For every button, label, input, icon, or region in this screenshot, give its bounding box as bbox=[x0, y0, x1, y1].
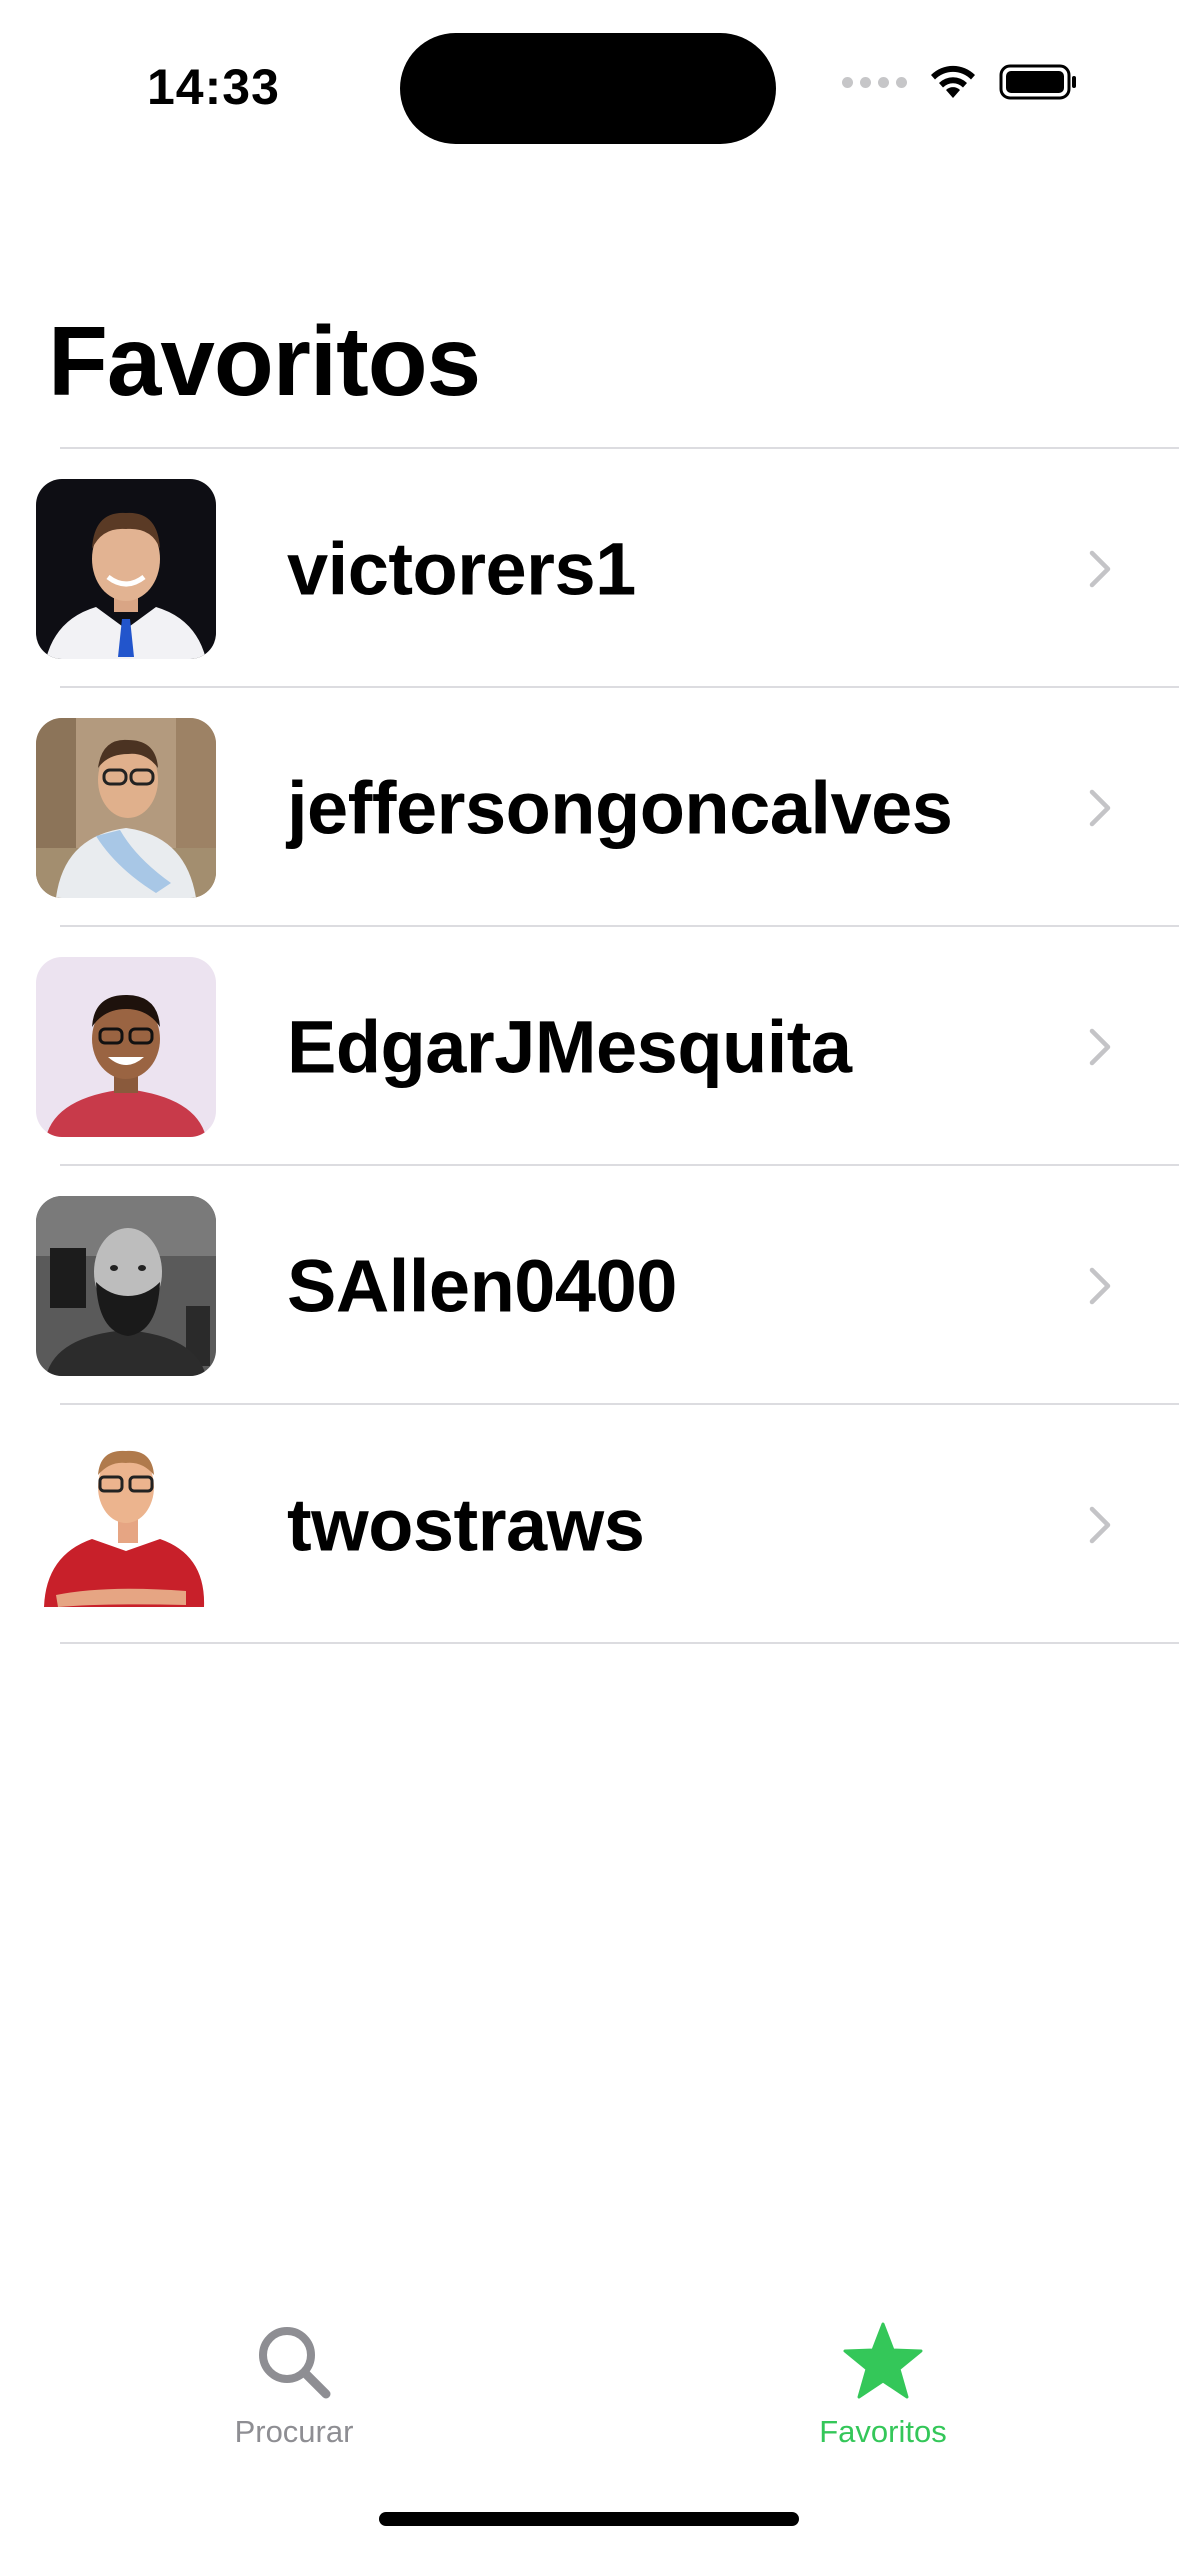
username-label: EdgarJMesquita bbox=[287, 1005, 852, 1088]
status-time: 14:33 bbox=[147, 59, 280, 115]
tab-procurar[interactable]: Procurar bbox=[144, 2320, 444, 2450]
avatar bbox=[36, 718, 216, 898]
star-fill-icon bbox=[843, 2322, 923, 2399]
chevron-right-icon bbox=[1089, 789, 1111, 826]
avatar bbox=[36, 479, 216, 659]
home-indicator[interactable] bbox=[379, 2512, 799, 2526]
magnifying-glass-icon bbox=[259, 2327, 331, 2399]
chevron-right-icon bbox=[1089, 1267, 1111, 1304]
tab-label: Procurar bbox=[234, 2414, 354, 2449]
username-label: SAllen0400 bbox=[287, 1244, 677, 1327]
battery-icon bbox=[999, 64, 1076, 100]
username-label: victorers1 bbox=[287, 527, 636, 610]
username-label: twostraws bbox=[287, 1483, 645, 1566]
avatar bbox=[36, 957, 216, 1137]
tab-favoritos[interactable]: Favoritos bbox=[733, 2320, 1033, 2450]
username-label: jeffersongoncalves bbox=[287, 766, 953, 849]
avatar bbox=[36, 1435, 216, 1615]
dynamic-island bbox=[400, 33, 776, 144]
favorite-row[interactable]: SAllen0400 bbox=[0, 1166, 1179, 1405]
favorite-row[interactable]: twostraws bbox=[0, 1405, 1179, 1644]
favorites-list: victorers1 jeffersongoncalves EdgarJMesq… bbox=[0, 447, 1179, 1644]
avatar bbox=[36, 1196, 216, 1376]
favorite-row[interactable]: jeffersongoncalves bbox=[0, 688, 1179, 927]
favorites-screen: 14:33 Favoritos victorers1 jeffersongonc… bbox=[0, 0, 1179, 2556]
chevron-right-icon bbox=[1089, 550, 1111, 587]
favorite-row[interactable]: EdgarJMesquita bbox=[0, 927, 1179, 1166]
cellular-signal-icon bbox=[842, 76, 907, 88]
favorite-row[interactable]: victorers1 bbox=[0, 449, 1179, 688]
tab-label: Favoritos bbox=[819, 2414, 947, 2449]
chevron-right-icon bbox=[1089, 1506, 1111, 1543]
tab-bar: Procurar Favoritos bbox=[0, 2300, 1179, 2470]
page-title: Favoritos bbox=[48, 306, 481, 416]
chevron-right-icon bbox=[1089, 1028, 1111, 1065]
wifi-icon bbox=[931, 65, 975, 98]
status-icons bbox=[842, 62, 1079, 102]
